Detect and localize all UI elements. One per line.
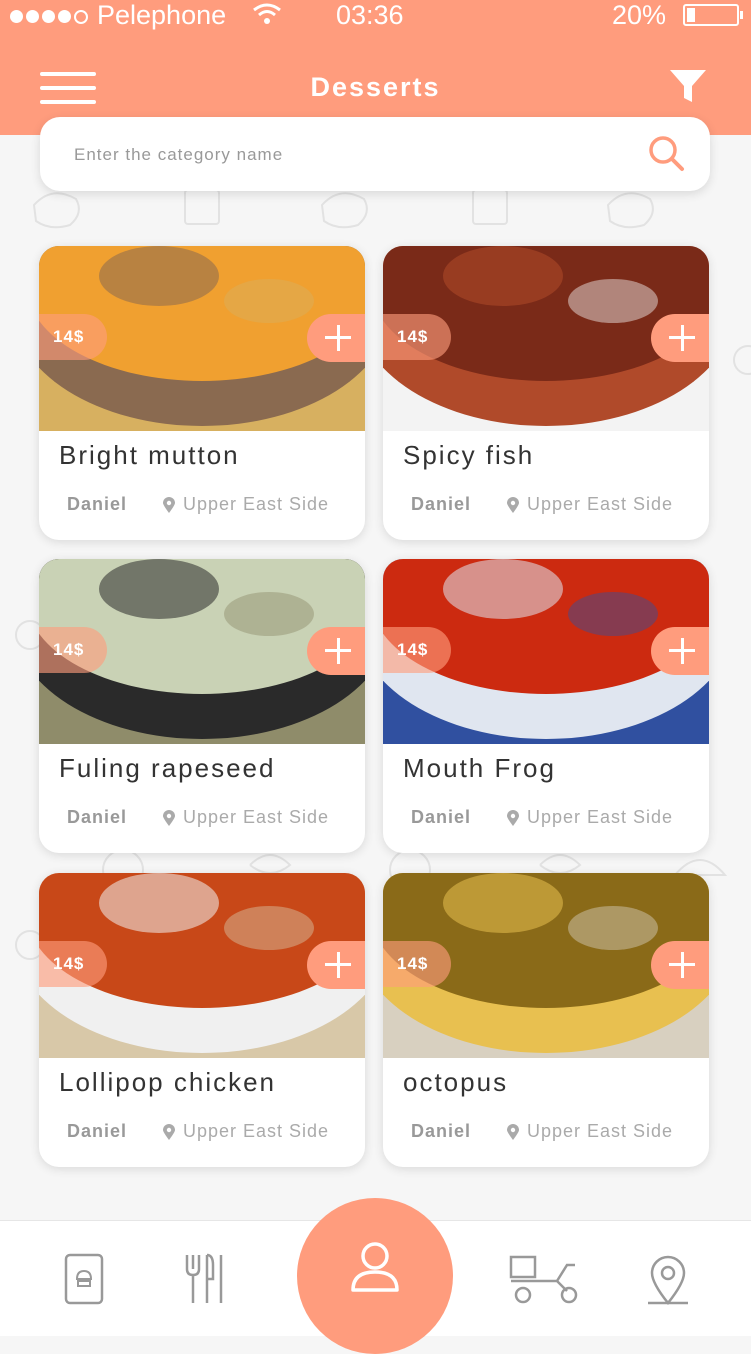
battery-icon bbox=[683, 4, 743, 26]
add-button[interactable] bbox=[307, 627, 365, 675]
dish-card[interactable]: 14$ octopus Daniel Upper East Side bbox=[383, 873, 709, 1167]
dish-name: Fuling rapeseed bbox=[59, 753, 276, 783]
location-label: Upper East Side bbox=[527, 1121, 674, 1141]
user-icon bbox=[351, 1242, 399, 1292]
pin-icon bbox=[163, 1123, 175, 1140]
dish-author: Daniel bbox=[67, 494, 128, 514]
add-button[interactable] bbox=[307, 941, 365, 989]
add-button[interactable] bbox=[651, 314, 709, 362]
page-title: Desserts bbox=[310, 72, 441, 102]
location-label: Upper East Side bbox=[527, 494, 674, 514]
pin-icon bbox=[163, 809, 175, 826]
pin-icon bbox=[507, 809, 519, 826]
add-button[interactable] bbox=[307, 314, 365, 362]
status-bar: Pelephone 03:36 20% bbox=[0, 0, 751, 34]
price-badge: 14$ bbox=[39, 314, 107, 360]
tab-utensils-icon[interactable] bbox=[175, 1249, 235, 1309]
dish-location: Upper East Side bbox=[507, 494, 673, 515]
location-label: Upper East Side bbox=[183, 494, 330, 514]
dish-card[interactable]: 14$ Bright mutton Daniel Upper East Side bbox=[39, 246, 365, 540]
dish-location: Upper East Side bbox=[163, 494, 329, 515]
dish-author: Daniel bbox=[67, 1121, 128, 1141]
dish-author: Daniel bbox=[411, 494, 472, 514]
carrier-name: Pelephone bbox=[97, 0, 227, 30]
dish-name: Mouth Frog bbox=[403, 753, 556, 783]
tab-location-icon[interactable] bbox=[638, 1249, 698, 1309]
dish-name: Spicy fish bbox=[403, 440, 535, 470]
dish-card[interactable]: 14$ Spicy fish Daniel Upper East Side bbox=[383, 246, 709, 540]
pin-icon bbox=[163, 496, 175, 513]
dish-author: Daniel bbox=[411, 807, 472, 827]
price-badge: 14$ bbox=[383, 627, 451, 673]
location-label: Upper East Side bbox=[527, 807, 674, 827]
filter-icon[interactable] bbox=[668, 66, 708, 106]
tab-delivery-icon[interactable] bbox=[507, 1249, 587, 1309]
location-label: Upper East Side bbox=[183, 1121, 330, 1141]
dish-location: Upper East Side bbox=[163, 807, 329, 828]
clock: 03:36 bbox=[336, 0, 404, 30]
search-input[interactable] bbox=[72, 135, 636, 175]
wifi-icon bbox=[253, 3, 281, 24]
add-button[interactable] bbox=[651, 627, 709, 675]
dish-location: Upper East Side bbox=[507, 1121, 673, 1142]
dish-location: Upper East Side bbox=[163, 1121, 329, 1142]
dish-card[interactable]: 14$ Fuling rapeseed Daniel Upper East Side bbox=[39, 559, 365, 853]
dish-location: Upper East Side bbox=[507, 807, 673, 828]
dish-name: octopus bbox=[403, 1067, 509, 1097]
dish-author: Daniel bbox=[67, 807, 128, 827]
profile-button[interactable] bbox=[297, 1198, 453, 1354]
dish-name: Lollipop chicken bbox=[59, 1067, 277, 1097]
dish-author: Daniel bbox=[411, 1121, 472, 1141]
app-header: Pelephone 03:36 20% Desserts bbox=[0, 0, 751, 135]
location-label: Upper East Side bbox=[183, 807, 330, 827]
dish-name: Bright mutton bbox=[59, 440, 240, 470]
price-badge: 14$ bbox=[39, 627, 107, 673]
price-badge: 14$ bbox=[383, 314, 451, 360]
pin-icon bbox=[507, 496, 519, 513]
price-badge: 14$ bbox=[383, 941, 451, 987]
dish-card[interactable]: 14$ Mouth Frog Daniel Upper East Side bbox=[383, 559, 709, 853]
battery-percent: 20% bbox=[612, 0, 667, 30]
add-button[interactable] bbox=[651, 941, 709, 989]
pin-icon bbox=[507, 1123, 519, 1140]
signal-icon bbox=[10, 10, 88, 24]
price-badge: 14$ bbox=[39, 941, 107, 987]
dish-card[interactable]: 14$ Lollipop chicken Daniel Upper East Side bbox=[39, 873, 365, 1167]
tab-menu-book-icon[interactable] bbox=[54, 1249, 114, 1309]
search-icon[interactable] bbox=[646, 133, 686, 173]
search-bar bbox=[40, 117, 710, 191]
